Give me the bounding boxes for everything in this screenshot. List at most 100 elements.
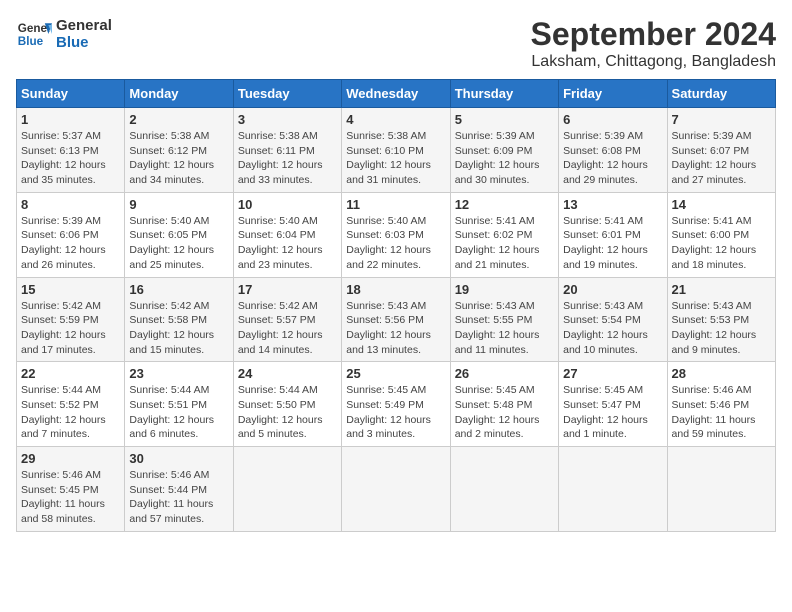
day-detail: Sunrise: 5:39 AM Sunset: 6:06 PM Dayligh… [21,214,120,273]
day-detail: Sunrise: 5:37 AM Sunset: 6:13 PM Dayligh… [21,129,120,188]
calendar-cell: 6 Sunrise: 5:39 AM Sunset: 6:08 PM Daylig… [559,108,667,193]
calendar-cell: 12Sunrise: 5:41 AM Sunset: 6:02 PM Dayli… [450,192,558,277]
title-area: September 2024 Laksham, Chittagong, Bang… [531,16,776,71]
calendar-cell [450,447,558,532]
logo: General Blue General Blue [16,16,112,52]
svg-text:Blue: Blue [18,35,44,48]
day-number: 14 [672,197,771,212]
calendar-cell: 28 Sunrise: 5:46 AM Sunset: 5:46 PM Dayli… [667,362,775,447]
calendar-cell: 17 Sunrise: 5:42 AM Sunset: 5:57 PM Dayli… [233,277,341,362]
calendar-cell: 7Sunrise: 5:39 AM Sunset: 6:07 PM Daylig… [667,108,775,193]
day-number: 10 [238,197,337,212]
logo-text-line1: General [56,17,112,34]
day-detail: Sunrise: 5:46 AM Sunset: 5:44 PM Dayligh… [129,468,228,527]
day-detail: Sunrise: 5:43 AM Sunset: 5:54 PM Dayligh… [563,299,662,358]
header-friday: Friday [559,80,667,108]
day-detail: Sunrise: 5:43 AM Sunset: 5:55 PM Dayligh… [455,299,554,358]
calendar-cell: 2 Sunrise: 5:38 AM Sunset: 6:12 PM Daylig… [125,108,233,193]
header-sunday: Sunday [17,80,125,108]
day-number: 21 [672,282,771,297]
day-detail: Sunrise: 5:46 AM Sunset: 5:45 PM Dayligh… [21,468,120,527]
day-detail: Sunrise: 5:38 AM Sunset: 6:10 PM Dayligh… [346,129,445,188]
calendar-cell: 30 Sunrise: 5:46 AM Sunset: 5:44 PM Dayli… [125,447,233,532]
day-detail: Sunrise: 5:42 AM Sunset: 5:59 PM Dayligh… [21,299,120,358]
day-detail: Sunrise: 5:42 AM Sunset: 5:58 PM Dayligh… [129,299,228,358]
day-number: 26 [455,366,554,381]
day-number: 27 [563,366,662,381]
day-number: 29 [21,451,120,466]
day-number: 19 [455,282,554,297]
day-detail: Sunrise: 5:41 AM Sunset: 6:00 PM Dayligh… [672,214,771,273]
day-number: 13 [563,197,662,212]
header-monday: Monday [125,80,233,108]
calendar-subtitle: Laksham, Chittagong, Bangladesh [531,53,776,71]
calendar-cell [559,447,667,532]
day-detail: Sunrise: 5:41 AM Sunset: 6:01 PM Dayligh… [563,214,662,273]
calendar-body: 1 Sunrise: 5:37 AM Sunset: 6:13 PM Daylig… [17,108,776,532]
calendar-cell: 22 Sunrise: 5:44 AM Sunset: 5:52 PM Dayli… [17,362,125,447]
calendar-cell [667,447,775,532]
day-number: 28 [672,366,771,381]
day-number: 8 [21,197,120,212]
day-number: 16 [129,282,228,297]
calendar-cell: 4 Sunrise: 5:38 AM Sunset: 6:10 PM Daylig… [342,108,450,193]
header: General Blue General Blue September 2024… [16,16,776,71]
day-number: 24 [238,366,337,381]
day-detail: Sunrise: 5:39 AM Sunset: 6:08 PM Dayligh… [563,129,662,188]
calendar-cell: 13 Sunrise: 5:41 AM Sunset: 6:01 PM Dayli… [559,192,667,277]
day-number: 3 [238,112,337,127]
day-detail: Sunrise: 5:42 AM Sunset: 5:57 PM Dayligh… [238,299,337,358]
calendar-cell: 3Sunrise: 5:38 AM Sunset: 6:11 PM Daylig… [233,108,341,193]
day-number: 4 [346,112,445,127]
calendar-cell: 25Sunrise: 5:45 AM Sunset: 5:49 PM Dayli… [342,362,450,447]
calendar-cell: 10Sunrise: 5:40 AM Sunset: 6:04 PM Dayli… [233,192,341,277]
header-thursday: Thursday [450,80,558,108]
day-number: 9 [129,197,228,212]
day-detail: Sunrise: 5:40 AM Sunset: 6:05 PM Dayligh… [129,214,228,273]
calendar-cell: 15 Sunrise: 5:42 AM Sunset: 5:59 PM Dayli… [17,277,125,362]
calendar-cell: 18 Sunrise: 5:43 AM Sunset: 5:56 PM Dayli… [342,277,450,362]
day-detail: Sunrise: 5:38 AM Sunset: 6:12 PM Dayligh… [129,129,228,188]
day-detail: Sunrise: 5:40 AM Sunset: 6:03 PM Dayligh… [346,214,445,273]
day-detail: Sunrise: 5:46 AM Sunset: 5:46 PM Dayligh… [672,383,771,442]
calendar-cell: 27 Sunrise: 5:45 AM Sunset: 5:47 PM Dayli… [559,362,667,447]
header-wednesday: Wednesday [342,80,450,108]
day-number: 5 [455,112,554,127]
day-number: 18 [346,282,445,297]
day-number: 17 [238,282,337,297]
day-number: 7 [672,112,771,127]
day-number: 30 [129,451,228,466]
calendar-cell: 11Sunrise: 5:40 AM Sunset: 6:03 PM Dayli… [342,192,450,277]
day-number: 20 [563,282,662,297]
logo-icon: General Blue [16,16,52,52]
calendar-cell: 20 Sunrise: 5:43 AM Sunset: 5:54 PM Dayli… [559,277,667,362]
calendar-cell: 1 Sunrise: 5:37 AM Sunset: 6:13 PM Daylig… [17,108,125,193]
day-number: 2 [129,112,228,127]
day-number: 22 [21,366,120,381]
day-number: 6 [563,112,662,127]
header-saturday: Saturday [667,80,775,108]
calendar-cell: 26 Sunrise: 5:45 AM Sunset: 5:48 PM Dayli… [450,362,558,447]
day-number: 15 [21,282,120,297]
day-detail: Sunrise: 5:44 AM Sunset: 5:52 PM Dayligh… [21,383,120,442]
calendar-header-row: SundayMondayTuesdayWednesdayThursdayFrid… [17,80,776,108]
day-detail: Sunrise: 5:43 AM Sunset: 5:53 PM Dayligh… [672,299,771,358]
day-detail: Sunrise: 5:43 AM Sunset: 5:56 PM Dayligh… [346,299,445,358]
calendar-cell: 8 Sunrise: 5:39 AM Sunset: 6:06 PM Daylig… [17,192,125,277]
week-row-3: 15 Sunrise: 5:42 AM Sunset: 5:59 PM Dayli… [17,277,776,362]
header-tuesday: Tuesday [233,80,341,108]
day-number: 12 [455,197,554,212]
calendar-table: SundayMondayTuesdayWednesdayThursdayFrid… [16,79,776,532]
day-detail: Sunrise: 5:44 AM Sunset: 5:50 PM Dayligh… [238,383,337,442]
calendar-title: September 2024 [531,16,776,53]
calendar-cell: 14 Sunrise: 5:41 AM Sunset: 6:00 PM Dayli… [667,192,775,277]
calendar-cell: 29 Sunrise: 5:46 AM Sunset: 5:45 PM Dayli… [17,447,125,532]
day-number: 1 [21,112,120,127]
day-detail: Sunrise: 5:45 AM Sunset: 5:48 PM Dayligh… [455,383,554,442]
day-detail: Sunrise: 5:45 AM Sunset: 5:47 PM Dayligh… [563,383,662,442]
calendar-cell [342,447,450,532]
calendar-cell: 23 Sunrise: 5:44 AM Sunset: 5:51 PM Dayli… [125,362,233,447]
day-detail: Sunrise: 5:44 AM Sunset: 5:51 PM Dayligh… [129,383,228,442]
day-number: 23 [129,366,228,381]
day-number: 25 [346,366,445,381]
